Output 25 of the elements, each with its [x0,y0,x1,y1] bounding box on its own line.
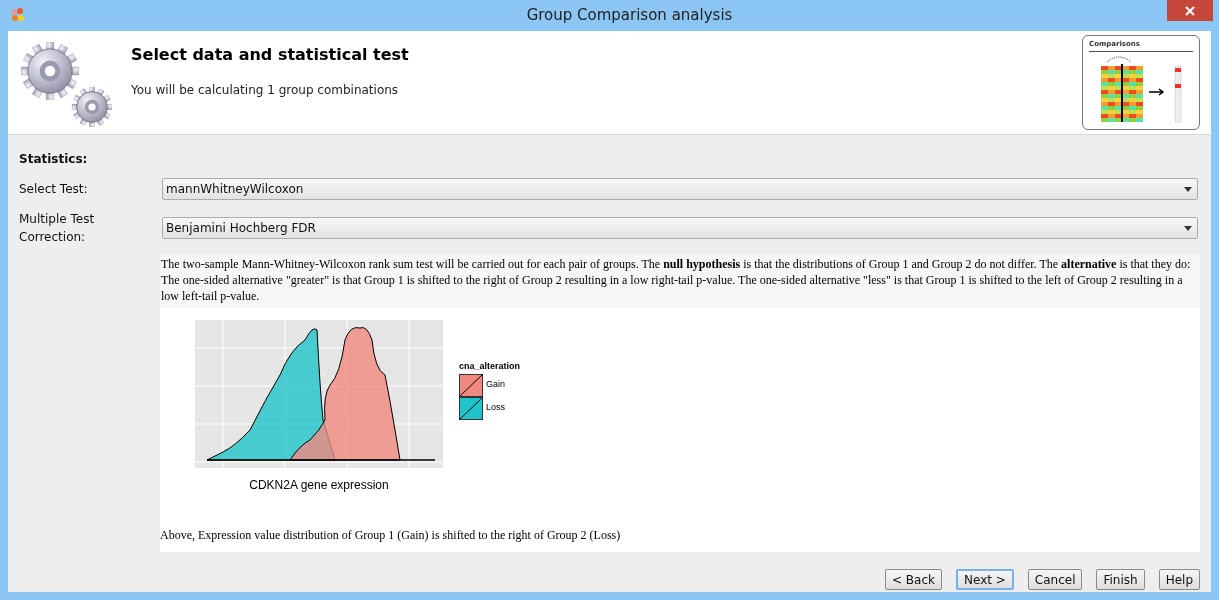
dialog-button[interactable]: Next > [956,569,1014,590]
section-title: Statistics: [19,151,89,168]
caret-icon [1184,225,1192,231]
field-label: Select Test: [19,181,89,198]
close-icon [1185,5,1195,16]
dialog-button[interactable]: < Back [884,569,942,590]
dialog-button[interactable]: Finish [1096,569,1145,590]
dropdown[interactable]: Benjamini Hochberg FDR [162,217,1198,239]
gears-icon [20,41,112,127]
description-text: The two-sample Mann-Whitney-Wilcoxon rank sum test will be carried out for each pair of groups. The null hypothesis is that the distributions of Group 1 and Group 2 do not differ. The alternative is that they do: The one-sided alternative "greater" is that Group 1 is shifted to the right of Group 2 resulting in a low right-tail p-value. The one-sided alternative "less" is that Group 1 is shifted to the left of Group 2 resulting in a low left-tail p-value. [160,254,1200,308]
page-subtitle: You will be calculating 1 group combinations [131,82,400,99]
close-button[interactable] [1167,0,1213,21]
page-title: Select data and statistical test [131,44,409,66]
figure-caption: Above, Expression value distribution of Group 1 (Gain) is shifted to the right of Group 2 (Loss) [160,527,622,544]
window-title: Group Comparison analysis [525,5,733,27]
dialog-button[interactable]: Help [1158,569,1200,590]
x-axis-label: CDKN2A gene expression [249,477,389,494]
legend-label: Loss [486,401,505,415]
field-label: Multiple Test Correction: [19,211,96,246]
caret-icon [1184,186,1192,192]
dropdown[interactable]: mannWhitneyWilcoxon [162,178,1198,200]
legend-title: cna_alteration [459,360,521,373]
legend-label: Gain [486,378,505,392]
app-icon [10,8,26,23]
dialog-button[interactable]: Cancel [1027,569,1083,590]
